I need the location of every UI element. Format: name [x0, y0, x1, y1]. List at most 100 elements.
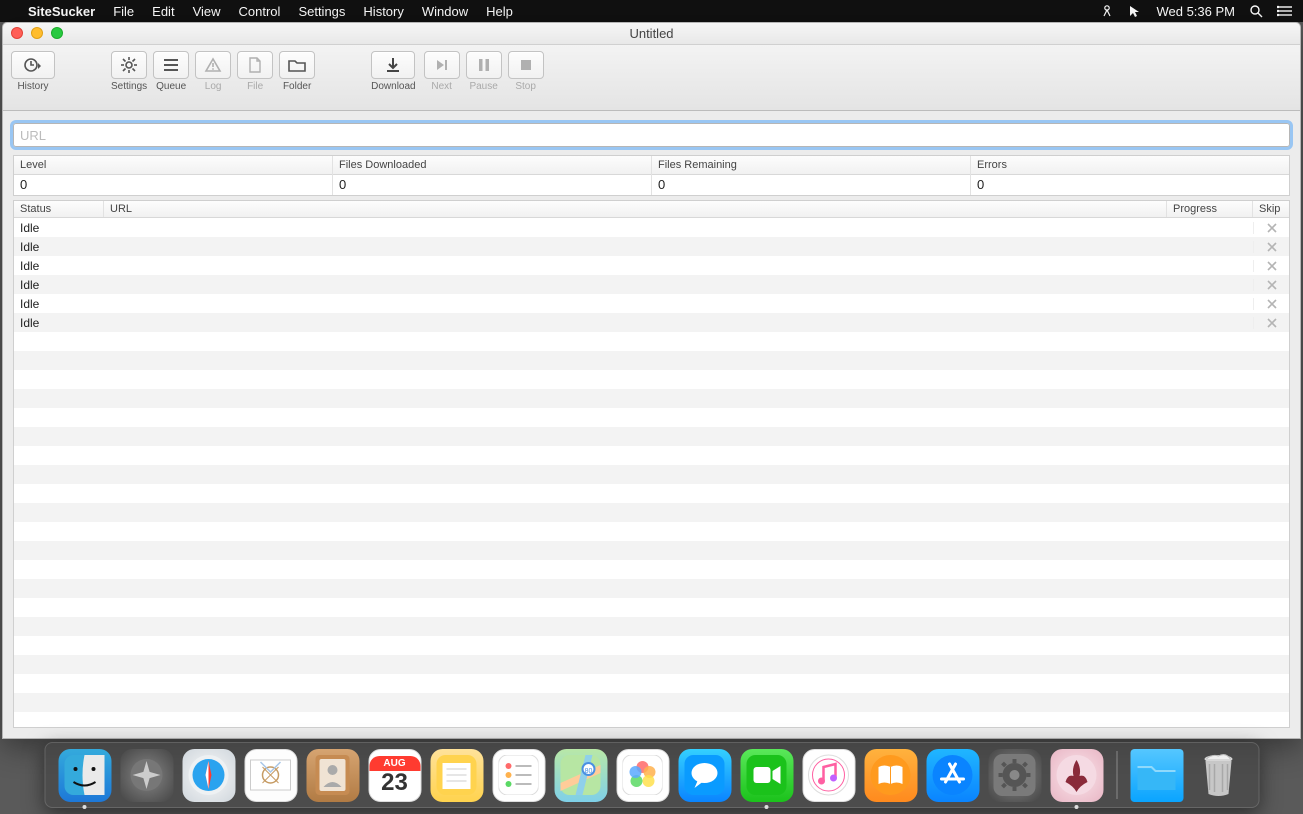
table-row	[14, 389, 1289, 408]
th-skip[interactable]: Skip	[1253, 201, 1289, 217]
dock-facetime-icon[interactable]	[740, 749, 793, 802]
next-label: Next	[431, 81, 452, 92]
table-row	[14, 636, 1289, 655]
dock-reminders-icon[interactable]	[492, 749, 545, 802]
dock-preferences-icon[interactable]	[988, 749, 1041, 802]
settings-button[interactable]	[111, 51, 147, 79]
toolbar: History Settings Queue Log File Folder D…	[3, 45, 1300, 111]
dock-notes-icon[interactable]	[430, 749, 483, 802]
stat-downloaded-value: 0	[333, 175, 651, 195]
dock-photos-icon[interactable]	[616, 749, 669, 802]
next-button[interactable]	[424, 51, 460, 79]
stop-button[interactable]	[508, 51, 544, 79]
menu-settings[interactable]: Settings	[298, 4, 345, 19]
skip-button[interactable]	[1253, 279, 1289, 291]
dock-sitesucker-icon[interactable]	[1050, 749, 1103, 802]
dock-ibooks-icon[interactable]	[864, 749, 917, 802]
skip-button[interactable]	[1253, 298, 1289, 310]
statusbar-icon[interactable]	[1100, 4, 1114, 18]
dock-maps-icon[interactable]: 80	[554, 749, 607, 802]
menu-file[interactable]: File	[113, 4, 134, 19]
th-progress[interactable]: Progress	[1167, 201, 1253, 217]
dock-safari-icon[interactable]	[182, 749, 235, 802]
table-row	[14, 465, 1289, 484]
table-row[interactable]: Idle	[14, 294, 1289, 313]
close-icon	[1266, 298, 1278, 310]
queue-button[interactable]	[153, 51, 189, 79]
folder-button[interactable]	[279, 51, 315, 79]
skip-button[interactable]	[1253, 317, 1289, 329]
table-row	[14, 541, 1289, 560]
skip-button[interactable]	[1253, 222, 1289, 234]
settings-label: Settings	[111, 81, 147, 92]
history-button[interactable]	[11, 51, 55, 79]
window-titlebar[interactable]: Untitled	[3, 23, 1300, 45]
dock-downloads-icon[interactable]	[1130, 749, 1183, 802]
app-menu[interactable]: SiteSucker	[28, 4, 95, 19]
menu-history[interactable]: History	[363, 4, 403, 19]
folder-label: Folder	[283, 81, 311, 92]
skip-button[interactable]	[1253, 260, 1289, 272]
table-row	[14, 655, 1289, 674]
table-row[interactable]: Idle	[14, 313, 1289, 332]
macos-menubar: SiteSucker File Edit View Control Settin…	[0, 0, 1303, 22]
dock-mail-icon[interactable]	[244, 749, 297, 802]
dock-appstore-icon[interactable]	[926, 749, 979, 802]
stat-downloaded-header: Files Downloaded	[333, 156, 651, 175]
table-row[interactable]: Idle	[14, 256, 1289, 275]
table-row[interactable]: Idle	[14, 237, 1289, 256]
pause-label: Pause	[469, 81, 497, 92]
table-row	[14, 674, 1289, 693]
stat-errors-header: Errors	[971, 156, 1289, 175]
pause-button[interactable]	[466, 51, 502, 79]
menu-control[interactable]: Control	[239, 4, 281, 19]
close-icon	[1266, 241, 1278, 253]
stat-level-header: Level	[14, 156, 332, 175]
table-row	[14, 370, 1289, 389]
zoom-button[interactable]	[51, 27, 63, 39]
th-url[interactable]: URL	[104, 201, 1167, 217]
menu-window[interactable]: Window	[422, 4, 468, 19]
log-button[interactable]	[195, 51, 231, 79]
dock-contacts-icon[interactable]	[306, 749, 359, 802]
close-icon	[1266, 317, 1278, 329]
table-row	[14, 446, 1289, 465]
download-label: Download	[371, 81, 415, 92]
dock-messages-icon[interactable]	[678, 749, 731, 802]
th-status[interactable]: Status	[14, 201, 104, 217]
log-label: Log	[205, 81, 222, 92]
close-button[interactable]	[11, 27, 23, 39]
minimize-button[interactable]	[31, 27, 43, 39]
spotlight-icon[interactable]	[1249, 4, 1263, 18]
url-input[interactable]	[13, 123, 1290, 147]
skip-button[interactable]	[1253, 241, 1289, 253]
cell-status: Idle	[14, 278, 104, 292]
cell-status: Idle	[14, 240, 104, 254]
cell-status: Idle	[14, 221, 104, 235]
svg-text:80: 80	[585, 768, 593, 775]
dock-itunes-icon[interactable]	[802, 749, 855, 802]
stop-label: Stop	[515, 81, 536, 92]
statusbar-cursor-icon[interactable]	[1128, 4, 1142, 18]
table-row	[14, 427, 1289, 446]
stat-level-value: 0	[14, 175, 332, 195]
dock-trash-icon[interactable]	[1192, 749, 1245, 802]
menu-help[interactable]: Help	[486, 4, 513, 19]
file-label: File	[247, 81, 263, 92]
close-icon	[1266, 222, 1278, 234]
table-row[interactable]: Idle	[14, 275, 1289, 294]
table-row	[14, 351, 1289, 370]
close-icon	[1266, 279, 1278, 291]
notification-center-icon[interactable]	[1277, 4, 1293, 18]
menubar-clock[interactable]: Wed 5:36 PM	[1156, 4, 1235, 19]
dock-separator	[1116, 751, 1117, 799]
history-label: History	[17, 81, 48, 92]
dock-calendar-icon[interactable]: AUG23	[368, 749, 421, 802]
file-button[interactable]	[237, 51, 273, 79]
table-row[interactable]: Idle	[14, 218, 1289, 237]
dock-launchpad-icon[interactable]	[120, 749, 173, 802]
menu-view[interactable]: View	[193, 4, 221, 19]
menu-edit[interactable]: Edit	[152, 4, 174, 19]
download-button[interactable]	[371, 51, 415, 79]
dock-finder-icon[interactable]	[58, 749, 111, 802]
